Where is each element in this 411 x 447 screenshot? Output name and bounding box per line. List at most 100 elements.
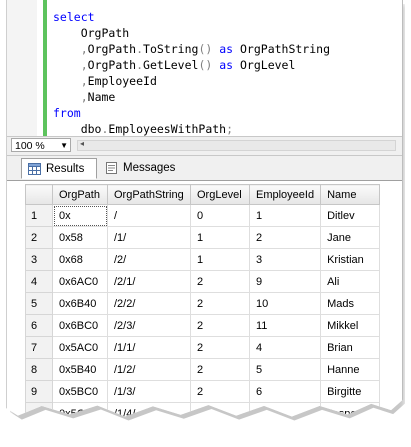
- table-row[interactable]: 8 0x5B40/1/2/2 5 Hanne: [25, 358, 381, 381]
- row-number[interactable]: 2: [25, 226, 53, 249]
- row-number[interactable]: 3: [25, 248, 53, 271]
- grid-cell[interactable]: 0x5AC0: [52, 336, 108, 359]
- row-number[interactable]: 8: [25, 358, 53, 381]
- chevron-down-icon: ▼: [60, 141, 68, 150]
- grid-cell[interactable]: 0: [190, 204, 250, 227]
- grid-cell[interactable]: Birgitte: [320, 380, 381, 403]
- grid-cell[interactable]: 1: [190, 226, 250, 249]
- grid-cell[interactable]: 8: [250, 425, 321, 447]
- grid-icon: [28, 163, 41, 175]
- grid-cell[interactable]: 0x6B40: [52, 292, 108, 315]
- grid-cell[interactable]: 0x68: [52, 248, 108, 271]
- sql-keyword: from: [53, 106, 81, 120]
- row-number[interactable]: 7: [25, 336, 53, 359]
- grid-cell[interactable]: Ditlev: [320, 204, 381, 227]
- grid-cell[interactable]: 1: [248, 204, 322, 227]
- grid-cell[interactable]: /2/2/: [107, 292, 191, 315]
- table-row[interactable]: 6 0x6BC0/2/3/2 11 Mikkel: [25, 314, 381, 337]
- table-row[interactable]: 3 0x68/2/1 3 Kristian: [25, 248, 381, 271]
- grid-cell[interactable]: 0x6AC0: [52, 270, 108, 293]
- grid-cell[interactable]: 2: [190, 380, 250, 403]
- sql-token: .: [136, 58, 144, 72]
- grid-cell[interactable]: /2/3/: [107, 314, 191, 337]
- zoom-value: 100 %: [15, 140, 45, 152]
- query-editor[interactable]: select OrgPath ,OrgPath.ToString() as Or…: [7, 0, 402, 136]
- grid-cell[interactable]: 9: [248, 270, 322, 293]
- table-row[interactable]: 11 0x5C60/1/5/2 8 Susanne: [26, 425, 380, 447]
- tab-results-label: Results: [46, 163, 85, 175]
- tab-results[interactable]: Results: [21, 158, 97, 179]
- grid-cell[interactable]: 0x5B40: [52, 358, 108, 381]
- grid-cell[interactable]: Brian: [320, 336, 381, 359]
- grid-cell[interactable]: 0x: [52, 204, 108, 227]
- grid-cell[interactable]: Mads: [320, 292, 381, 315]
- tab-messages[interactable]: Messages: [99, 158, 185, 179]
- grid-cell[interactable]: 11: [248, 314, 322, 337]
- row-number[interactable]: 4: [25, 270, 53, 293]
- column-header[interactable]: OrgPathString: [107, 184, 191, 205]
- grid-cell[interactable]: 0x5C60: [53, 425, 108, 447]
- sql-keyword: as: [212, 58, 240, 72]
- grid-cell[interactable]: /2/1/: [107, 270, 191, 293]
- horizontal-scrollbar[interactable]: ◂: [77, 139, 396, 151]
- grid-cell[interactable]: 4: [248, 336, 322, 359]
- row-number[interactable]: 1: [25, 204, 53, 227]
- grid-cell[interactable]: 10: [248, 292, 322, 315]
- column-header[interactable]: EmployeeId: [248, 184, 322, 205]
- grid-cell[interactable]: 1: [190, 248, 250, 271]
- sql-token: OrgPath: [87, 58, 137, 72]
- grid-cell[interactable]: 5: [248, 358, 322, 381]
- table-row[interactable]: 2 0x58/1/1 2 Jane: [25, 226, 381, 249]
- column-header[interactable]: Name: [320, 184, 381, 205]
- editor-gutter: [7, 0, 37, 136]
- grid-cell[interactable]: Susanne: [321, 425, 380, 447]
- grid-cell[interactable]: /1/2/: [107, 358, 191, 381]
- grid-cell[interactable]: 0x58: [52, 226, 108, 249]
- table-row[interactable]: 5 0x6B40/2/2/2 10 Mads: [25, 292, 381, 315]
- grid-cell[interactable]: /1/1/: [107, 336, 191, 359]
- grid-cell[interactable]: 0x5BC0: [52, 380, 108, 403]
- grid-cell[interactable]: 3: [248, 248, 322, 271]
- column-header[interactable]: OrgPath: [52, 184, 108, 205]
- grid-cell[interactable]: 0x6BC0: [52, 314, 108, 337]
- scroll-left-arrow-icon[interactable]: ◂: [80, 139, 84, 148]
- grid-cell[interactable]: 2: [190, 270, 250, 293]
- table-row[interactable]: 1 0x/0 1 Ditlev: [25, 204, 381, 227]
- row-number-header[interactable]: [25, 184, 53, 205]
- grid-cell[interactable]: Jane: [320, 226, 381, 249]
- grid-cell[interactable]: Ali: [320, 270, 381, 293]
- grid-cell[interactable]: /1/4/: [107, 402, 191, 417]
- messages-icon: [106, 162, 117, 174]
- zoom-select[interactable]: 100 % ▼: [11, 138, 71, 152]
- row-number[interactable]: 5: [25, 292, 53, 315]
- sql-token: EmployeeId: [87, 74, 157, 88]
- grid-cell[interactable]: 2: [191, 425, 250, 447]
- grid-cell[interactable]: Kristian: [320, 248, 381, 271]
- grid-cell[interactable]: /1/3/: [107, 380, 191, 403]
- sql-keyword: as: [212, 42, 240, 56]
- table-row[interactable]: 7 0x5AC0/1/1/2 4 Brian: [25, 336, 381, 359]
- grid-cell[interactable]: 2: [190, 314, 250, 337]
- grid-cell[interactable]: /1/: [107, 226, 191, 249]
- grid-cell[interactable]: 2: [248, 226, 322, 249]
- row-number[interactable]: 9: [25, 380, 53, 403]
- grid-cell[interactable]: 2: [190, 336, 250, 359]
- grid-cell[interactable]: 6: [248, 380, 322, 403]
- grid-header-row: OrgPath OrgPathString OrgLevel EmployeeI…: [25, 184, 381, 205]
- grid-cell[interactable]: /: [107, 204, 191, 227]
- grid-cell[interactable]: 2: [190, 402, 250, 417]
- grid-cell[interactable]: Mikkel: [320, 314, 381, 337]
- column-header[interactable]: OrgLevel: [190, 184, 250, 205]
- grid-cell[interactable]: 2: [190, 358, 250, 381]
- sql-code[interactable]: select OrgPath ,OrgPath.ToString() as Or…: [53, 9, 330, 137]
- table-row[interactable]: 4 0x6AC0/2/1/2 9 Ali: [25, 270, 381, 293]
- row-number[interactable]: 11: [26, 425, 53, 447]
- grid-cell[interactable]: 2: [190, 292, 250, 315]
- grid-cell[interactable]: Hanne: [320, 358, 381, 381]
- grid-cell[interactable]: /1/5/: [108, 425, 191, 447]
- table-row[interactable]: 9 0x5BC0/1/3/2 6 Birgitte: [25, 380, 381, 403]
- grid-cell[interactable]: /2/: [107, 248, 191, 271]
- row-number[interactable]: 6: [25, 314, 53, 337]
- sql-token: (): [198, 42, 213, 56]
